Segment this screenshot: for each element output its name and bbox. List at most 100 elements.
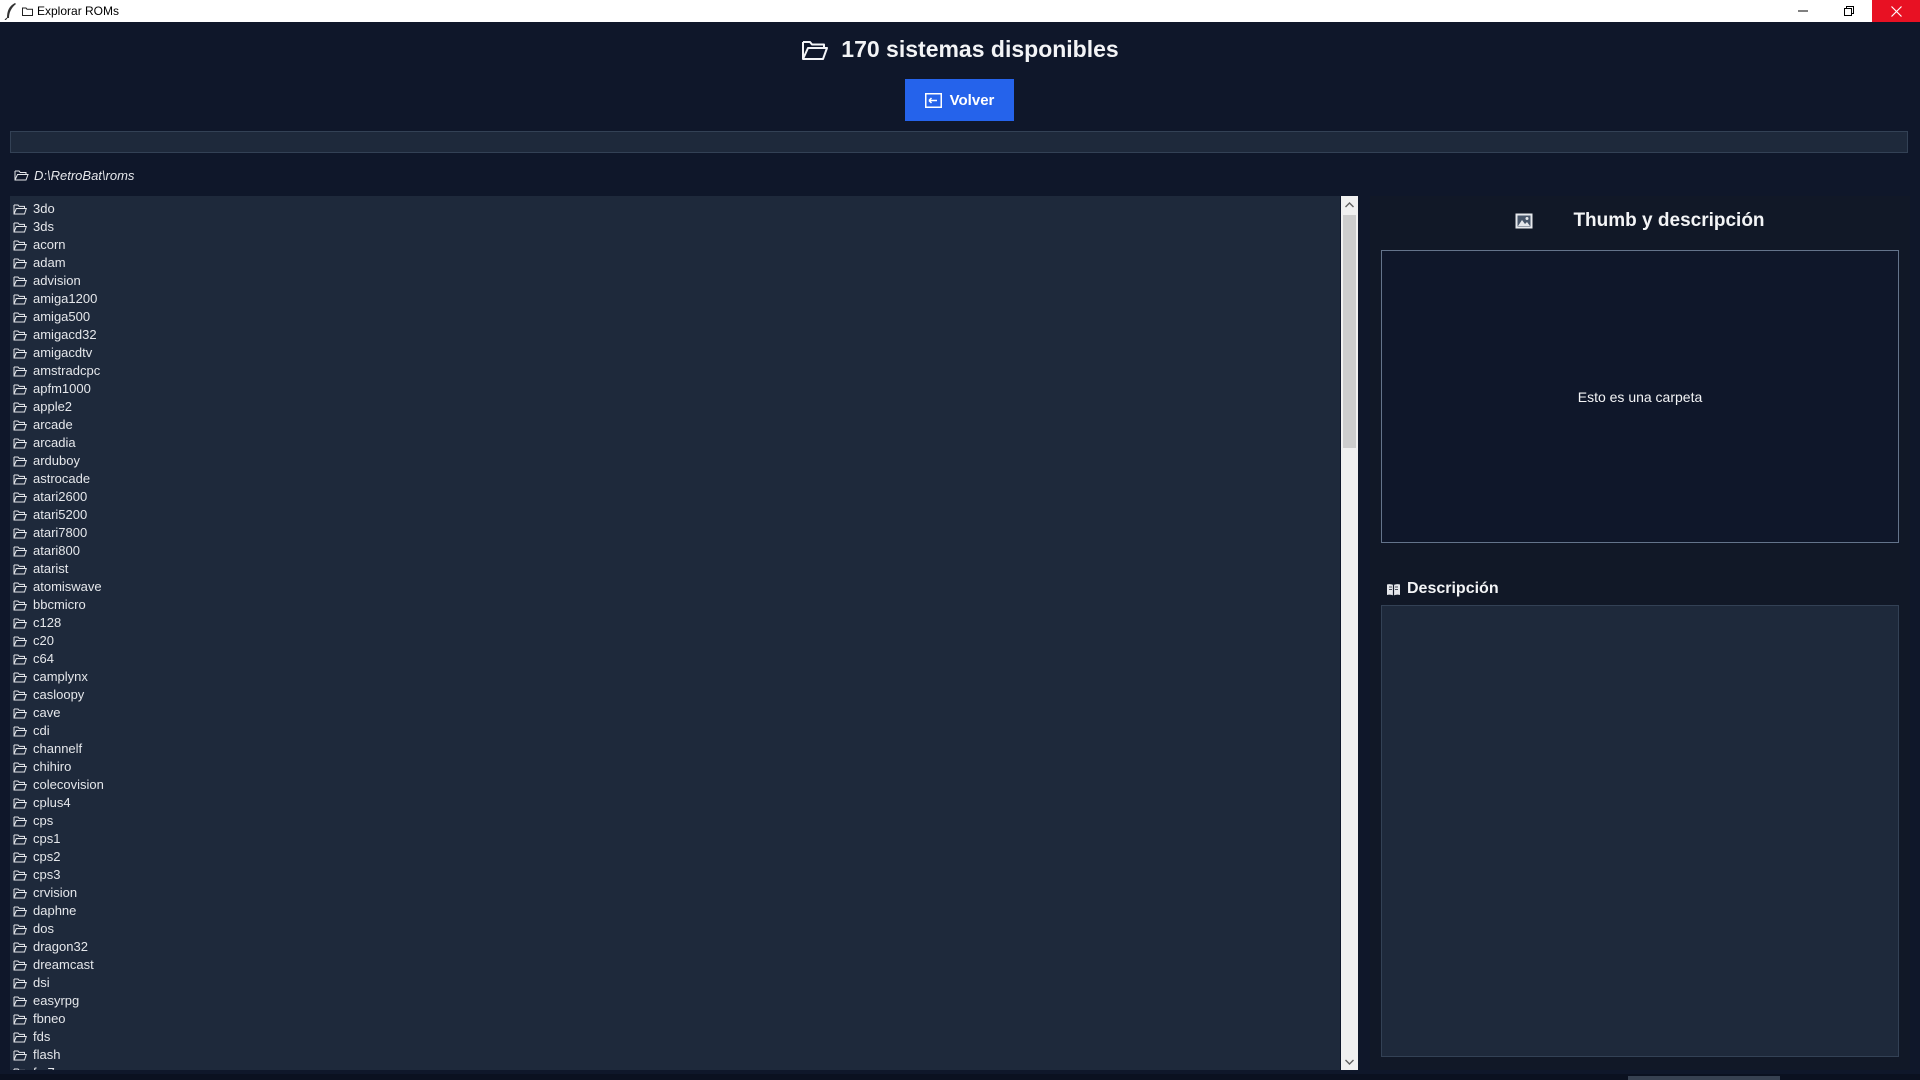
list-item-label: 3ds: [33, 219, 54, 234]
list-item-label: arduboy: [33, 453, 80, 468]
close-button[interactable]: [1872, 0, 1920, 22]
list-item[interactable]: c64: [10, 650, 1340, 668]
back-button[interactable]: Volver: [905, 79, 1014, 121]
preview-panel: Thumb y descripción Esto es una carpeta …: [1370, 196, 1910, 1070]
list-item-label: cps1: [33, 831, 61, 846]
list-item-label: cave: [33, 705, 61, 720]
list-item[interactable]: dragon32: [10, 938, 1340, 956]
horizontal-scrollbar-thumb[interactable]: [1628, 1076, 1780, 1080]
list-item[interactable]: casloopy: [10, 686, 1340, 704]
scrollbar-thumb[interactable]: [1343, 215, 1356, 448]
list-item[interactable]: amstradcpc: [10, 362, 1340, 380]
restore-button[interactable]: [1826, 0, 1872, 22]
list-item-label: dsi: [33, 975, 50, 990]
list-item[interactable]: daphne: [10, 902, 1340, 920]
folder-open-icon: [802, 40, 829, 60]
book-icon: [1387, 583, 1400, 595]
list-item-label: c128: [33, 615, 62, 630]
list-item[interactable]: atomiswave: [10, 578, 1340, 596]
list-item[interactable]: atari5200: [10, 506, 1340, 524]
list-item[interactable]: bbcmicro: [10, 596, 1340, 614]
list-item-label: arcadia: [33, 435, 76, 450]
list-item[interactable]: atari800: [10, 542, 1340, 560]
list-item[interactable]: adam: [10, 254, 1340, 272]
list-item[interactable]: arduboy: [10, 452, 1340, 470]
list-item-label: atari7800: [33, 525, 88, 540]
list-item[interactable]: amigacd32: [10, 326, 1340, 344]
list-item[interactable]: dreamcast: [10, 956, 1340, 974]
list-item[interactable]: cplus4: [10, 794, 1340, 812]
list-item[interactable]: apple2: [10, 398, 1340, 416]
chevron-down-icon: [1345, 1059, 1354, 1065]
list-item[interactable]: fm7: [10, 1064, 1340, 1070]
description-label: Descripción: [1386, 580, 1499, 598]
folder-icon: [13, 438, 27, 448]
list-item[interactable]: dos: [10, 920, 1340, 938]
list-item[interactable]: arcadia: [10, 434, 1340, 452]
minimize-button[interactable]: [1780, 0, 1826, 22]
list-item[interactable]: channelf: [10, 740, 1340, 758]
list-item-label: fm7: [33, 1064, 55, 1070]
list-item[interactable]: c128: [10, 614, 1340, 632]
list-item-label: dos: [33, 921, 54, 936]
list-item[interactable]: fbneo: [10, 1010, 1340, 1028]
folder-icon: [13, 582, 27, 592]
list-item-label: chihiro: [33, 759, 72, 774]
list-item[interactable]: atari7800: [10, 524, 1340, 542]
list-item-label: atari2600: [33, 489, 88, 504]
window-titlebar: Explorar ROMs: [0, 0, 1920, 22]
list-item[interactable]: amigacdtv: [10, 344, 1340, 362]
restore-icon: [1844, 6, 1854, 16]
folder-icon: [13, 708, 27, 718]
folder-icon: [13, 852, 27, 862]
list-item[interactable]: atarist: [10, 560, 1340, 578]
list-item[interactable]: chihiro: [10, 758, 1340, 776]
list-item[interactable]: amiga500: [10, 308, 1340, 326]
list-item-label: acorn: [33, 237, 66, 252]
vertical-scrollbar[interactable]: [1341, 196, 1358, 1070]
folder-icon: [13, 618, 27, 628]
list-item[interactable]: crvision: [10, 884, 1340, 902]
list-item[interactable]: advision: [10, 272, 1340, 290]
search-input[interactable]: [10, 131, 1908, 153]
list-item[interactable]: colecovision: [10, 776, 1340, 794]
list-item[interactable]: c20: [10, 632, 1340, 650]
folder-icon: [13, 636, 27, 646]
folder-icon: [13, 870, 27, 880]
list-item[interactable]: atari2600: [10, 488, 1340, 506]
list-item-label: amigacd32: [33, 327, 97, 342]
list-item-label: casloopy: [33, 687, 85, 702]
list-item[interactable]: dsi: [10, 974, 1340, 992]
list-item[interactable]: easyrpg: [10, 992, 1340, 1010]
list-item[interactable]: cave: [10, 704, 1340, 722]
folder-icon: [13, 690, 27, 700]
list-item[interactable]: amiga1200: [10, 290, 1340, 308]
description-area[interactable]: [1381, 605, 1899, 1057]
list-item-label: crvision: [33, 885, 78, 900]
list-item[interactable]: acorn: [10, 236, 1340, 254]
list-item[interactable]: 3do: [10, 200, 1340, 218]
list-item[interactable]: fds: [10, 1028, 1340, 1046]
list-item[interactable]: cps: [10, 812, 1340, 830]
folder-icon: [13, 330, 27, 340]
list-item[interactable]: astrocade: [10, 470, 1340, 488]
list-item[interactable]: 3ds: [10, 218, 1340, 236]
folder-icon: [13, 906, 27, 916]
list-item[interactable]: camplynx: [10, 668, 1340, 686]
list-item[interactable]: cdi: [10, 722, 1340, 740]
scroll-up-button[interactable]: [1341, 196, 1358, 213]
folder-icon: [13, 1068, 25, 1070]
list-item[interactable]: apfm1000: [10, 380, 1340, 398]
system-list[interactable]: 3do 3ds acorn adam advision amiga1200 amiga500…: [10, 196, 1340, 1070]
list-item[interactable]: flash: [10, 1046, 1340, 1064]
list-item-label: cps3: [33, 867, 61, 882]
folder-icon: [13, 222, 27, 232]
list-item-label: colecovision: [33, 777, 104, 792]
list-item[interactable]: arcade: [10, 416, 1340, 434]
folder-icon: [13, 978, 27, 988]
folder-icon: [13, 384, 27, 394]
list-item[interactable]: cps3: [10, 866, 1340, 884]
list-item[interactable]: cps2: [10, 848, 1340, 866]
list-item[interactable]: cps1: [10, 830, 1340, 848]
scroll-down-button[interactable]: [1341, 1053, 1358, 1070]
